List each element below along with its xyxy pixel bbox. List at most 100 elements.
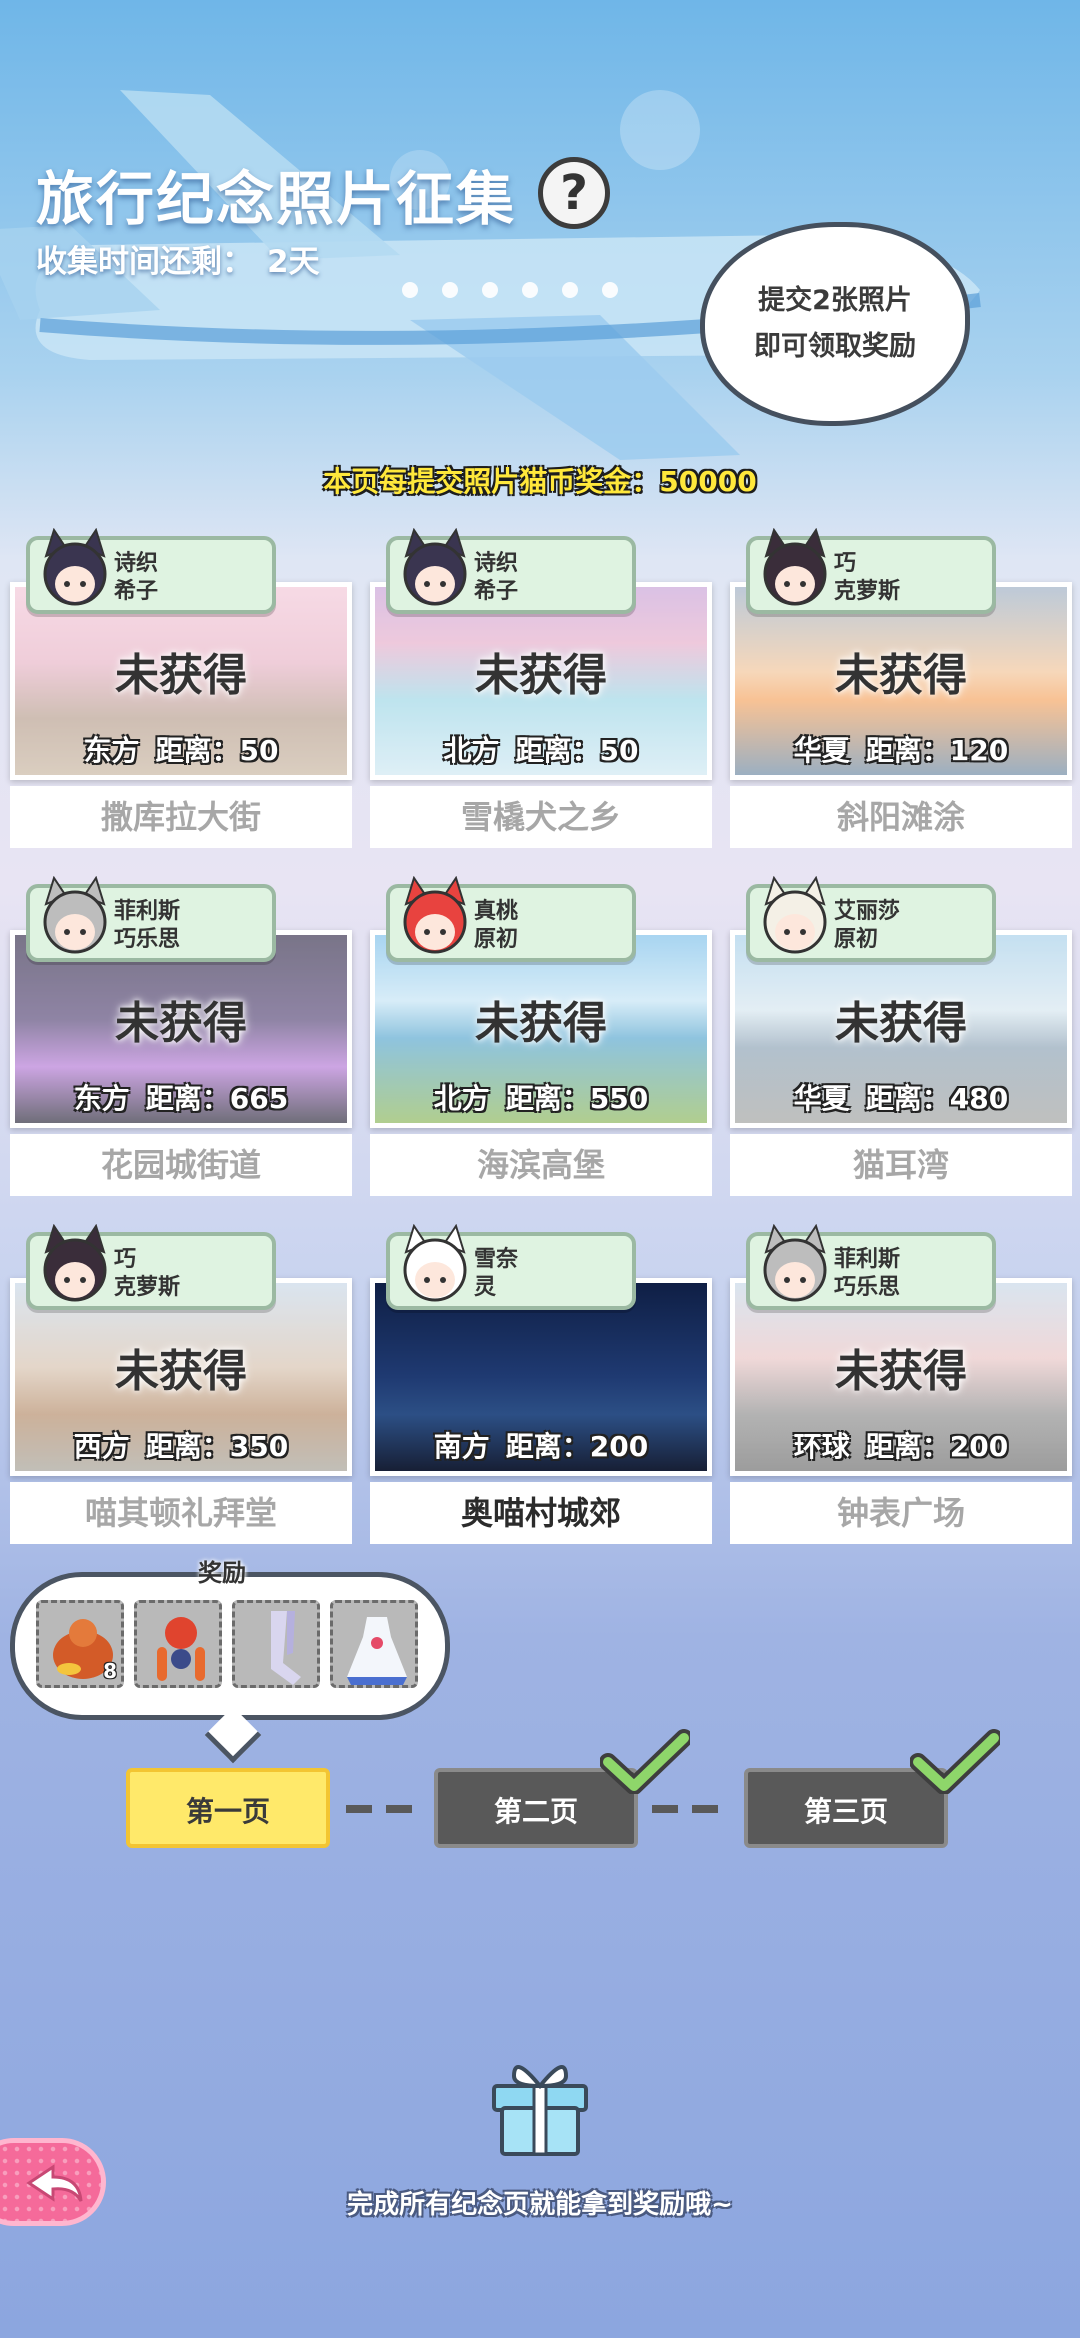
character-tag: 菲利斯 巧乐思 <box>26 876 276 962</box>
photo-location: 西方 距离：350 <box>15 1425 347 1465</box>
character-name: 诗织 希子 <box>114 550 158 606</box>
location-name: 撒库拉大街 <box>10 786 352 848</box>
countdown-value: 2天 <box>267 244 320 280</box>
photo-card[interactable]: 未获得 北方 距离：50 雪橇犬之乡 诗织 希子 <box>370 528 712 852</box>
location-name: 奥喵村城郊 <box>370 1482 712 1544</box>
location-name: 喵其顿礼拜堂 <box>10 1482 352 1544</box>
page-title: 旅行纪念照片征集 <box>36 165 517 233</box>
coin-sack-icon[interactable]: 8 <box>36 1600 124 1688</box>
distance: 距离：665 <box>145 1082 289 1115</box>
character-avatar-icon <box>763 876 827 954</box>
photo-card[interactable]: 未获得东方 距离：50 撒库拉大街 诗织 希子 <box>10 528 352 852</box>
character-avatar-icon <box>403 528 467 606</box>
lantern-ornament-icon[interactable] <box>134 1600 222 1688</box>
distance: 距离：200 <box>865 1430 1009 1463</box>
character-name: 艾丽莎 原初 <box>834 898 900 954</box>
distance: 距离：350 <box>145 1430 289 1463</box>
distance: 距离：120 <box>865 734 1009 767</box>
location-name: 花园城街道 <box>10 1134 352 1196</box>
character-name-line-1: 菲利斯 <box>114 899 181 924</box>
direction: 北方 <box>443 734 500 767</box>
photo-status: 未获得 <box>115 1346 247 1397</box>
dress-icon[interactable] <box>330 1600 418 1688</box>
distance: 距离：50 <box>515 734 639 767</box>
bonus-banner: 本页每提交照片猫币奖金：50000 <box>323 465 757 498</box>
distance: 距离：50 <box>155 734 279 767</box>
photo-location: 北方 距离：50 <box>375 729 707 769</box>
character-name-line-2: 原初 <box>834 927 879 952</box>
character-name: 雪奈灵 <box>474 1246 518 1302</box>
back-button[interactable] <box>0 2138 106 2226</box>
distance: 距离：550 <box>505 1082 649 1115</box>
character-avatar-icon <box>763 528 827 606</box>
photo-card[interactable]: 未获得 华夏 距离：120 斜阳滩涂 巧克萝斯 <box>730 528 1072 852</box>
character-avatar-icon <box>403 1224 467 1302</box>
character-avatar-icon <box>43 528 107 606</box>
footer-hint: 完成所有纪念页就能拿到奖励哦~ <box>347 2190 733 2220</box>
character-avatar-icon <box>43 1224 107 1302</box>
photo-card[interactable]: 南方 距离：200 奥喵村城郊 雪奈灵 <box>370 1224 712 1548</box>
reward-label: 奖励 <box>198 1559 246 1587</box>
gift-box-icon[interactable] <box>484 2046 596 2158</box>
character-name: 巧克萝斯 <box>114 1246 180 1302</box>
character-avatar-icon <box>763 1224 827 1302</box>
character-name-line-1: 诗织 <box>114 551 159 576</box>
character-name: 菲利斯 巧乐思 <box>834 1246 900 1302</box>
back-arrow-icon <box>26 2164 83 2202</box>
stockings-icon[interactable] <box>232 1600 320 1688</box>
character-name-line-1: 雪奈 <box>474 1247 519 1272</box>
photo-status: 未获得 <box>835 650 967 701</box>
distance: 距离：200 <box>505 1430 649 1463</box>
direction: 华夏 <box>793 1082 850 1115</box>
page-connector <box>346 1805 424 1813</box>
character-tag: 巧克萝斯 <box>746 528 996 614</box>
character-name: 真桃 原初 <box>474 898 518 954</box>
character-avatar-icon <box>403 876 467 954</box>
direction: 华夏 <box>793 734 850 767</box>
character-tag: 真桃 原初 <box>386 876 636 962</box>
character-tag: 艾丽莎 原初 <box>746 876 996 962</box>
photo-location: 华夏 距离：120 <box>735 729 1067 769</box>
location-name: 海滨高堡 <box>370 1134 712 1196</box>
photo-card[interactable]: 未获得西方 距离：350 喵其顿礼拜堂 巧克萝斯 <box>10 1224 352 1548</box>
character-name-line-1: 巧 <box>114 1247 137 1272</box>
photo-status: 未获得 <box>475 650 607 701</box>
photo-status: 未获得 <box>115 998 247 1049</box>
character-tag: 诗织 希子 <box>386 528 636 614</box>
distance: 距离：480 <box>865 1082 1009 1115</box>
photo-card[interactable]: 未获得北方 距离：550 海滨高堡 真桃 原初 <box>370 876 712 1200</box>
character-name: 诗织 希子 <box>474 550 518 606</box>
reward-pointer <box>204 1706 262 1764</box>
character-tag: 诗织 希子 <box>26 528 276 614</box>
character-name: 巧克萝斯 <box>834 550 900 606</box>
character-name: 菲利斯 巧乐思 <box>114 898 180 954</box>
reward-count: 8 <box>103 1659 117 1683</box>
direction: 东方 <box>83 734 140 767</box>
page-1-button[interactable]: 第一页 <box>126 1768 330 1848</box>
character-tag: 巧克萝斯 <box>26 1224 276 1310</box>
character-tag: 菲利斯 巧乐思 <box>746 1224 996 1310</box>
speech-bubble: 提交2张照片 即可领取奖励 <box>700 222 970 426</box>
photo-location: 东方 距离：50 <box>15 729 347 769</box>
character-name-line-2: 灵 <box>474 1275 497 1300</box>
character-name-line-2: 克萝斯 <box>114 1275 181 1300</box>
photo-card[interactable]: 未获得东方 距离：665 花园城街道 菲利斯 巧乐思 <box>10 876 352 1200</box>
photo-status: 未获得 <box>115 650 247 701</box>
character-name-line-1: 真桃 <box>474 899 519 924</box>
page-connector <box>652 1805 730 1813</box>
character-name-line-2: 巧乐思 <box>834 1275 901 1300</box>
character-name-line-1: 菲利斯 <box>834 1247 901 1272</box>
help-button[interactable]: ? <box>538 157 610 229</box>
direction: 北方 <box>433 1082 490 1115</box>
direction: 东方 <box>73 1082 130 1115</box>
photo-card[interactable]: 未获得 华夏 距离：480 猫耳湾 艾丽莎 原初 <box>730 876 1072 1200</box>
countdown-label: 收集时间还剩： <box>36 244 253 280</box>
location-name: 钟表广场 <box>730 1482 1072 1544</box>
checkmark-icon <box>910 1729 1000 1794</box>
photo-status: 未获得 <box>475 998 607 1049</box>
character-name-line-2: 克萝斯 <box>834 579 901 604</box>
direction: 南方 <box>433 1430 490 1463</box>
character-name-line-1: 巧 <box>834 551 857 576</box>
photo-card[interactable]: 未获得 环球 距离：200 钟表广场 菲利斯 巧乐思 <box>730 1224 1072 1548</box>
photo-location: 华夏 距离：480 <box>735 1077 1067 1117</box>
